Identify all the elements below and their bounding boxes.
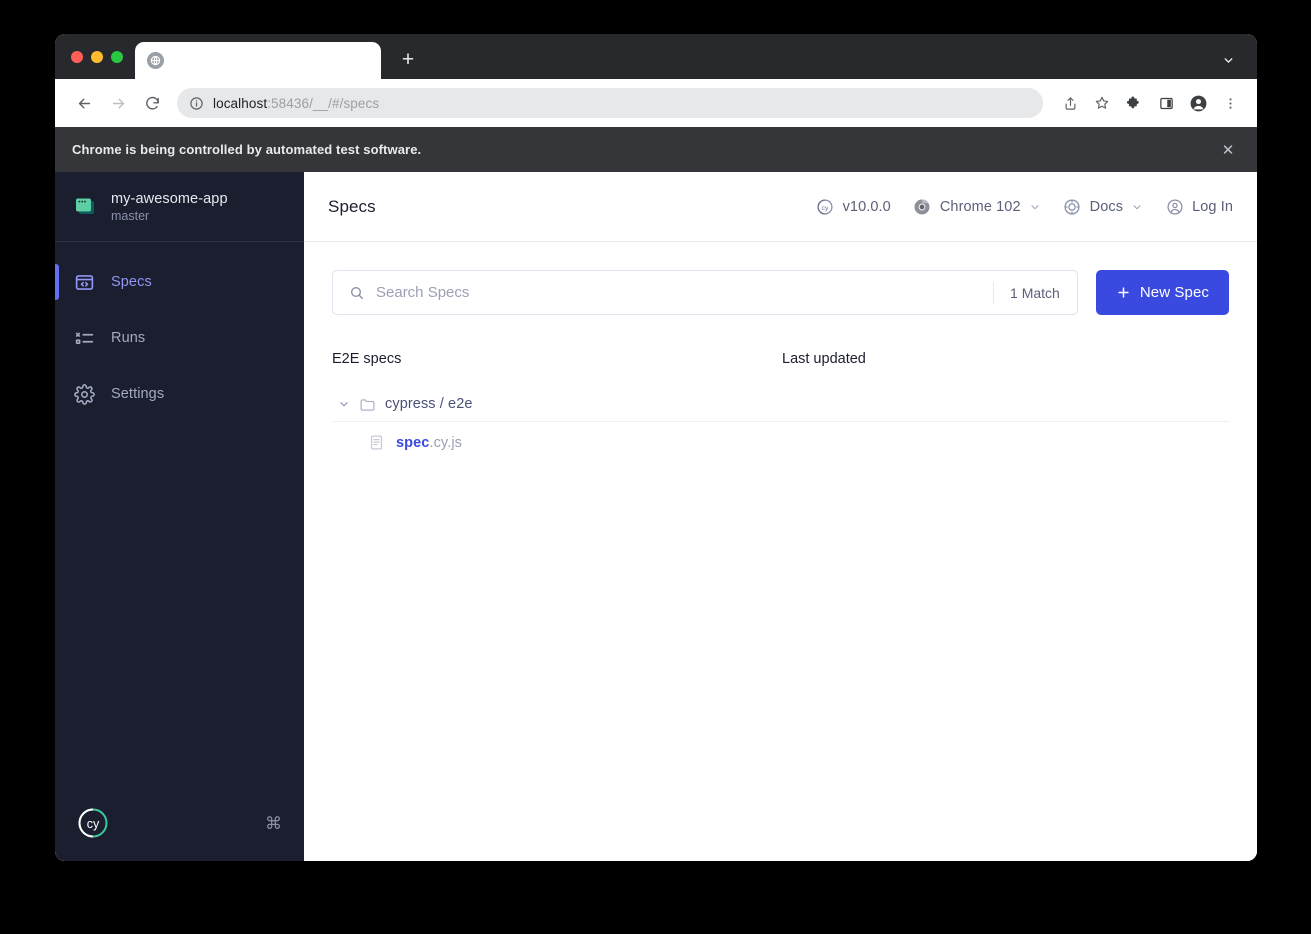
project-name: my-awesome-app xyxy=(111,190,228,207)
tab-search-button[interactable] xyxy=(1213,45,1243,75)
plus-icon xyxy=(1116,285,1131,300)
profile-avatar-icon[interactable] xyxy=(1183,88,1213,118)
project-window-icon xyxy=(73,195,97,219)
spec-tree: cypress / e2e spec.cy.js xyxy=(332,387,1229,463)
back-arrow-icon[interactable] xyxy=(69,88,99,118)
reload-icon[interactable] xyxy=(137,88,167,118)
svg-text:cy: cy xyxy=(822,204,829,211)
minimize-window-button[interactable] xyxy=(91,50,103,63)
sidebar-item-label: Specs xyxy=(111,274,152,290)
docs-menu[interactable]: Docs xyxy=(1063,197,1143,216)
header-actions: cy v10.0.0 Chrome 102 Docs Log In xyxy=(816,197,1233,216)
sidebar-item-settings[interactable]: Settings xyxy=(55,372,304,416)
login-button[interactable]: Log In xyxy=(1165,197,1233,216)
spec-folder-name: cypress / e2e xyxy=(385,396,473,412)
chevron-down-icon xyxy=(1131,201,1143,213)
docs-globe-icon xyxy=(1063,197,1082,216)
automation-infobar-message: Chrome is being controlled by automated … xyxy=(72,142,422,157)
new-tab-button[interactable]: + xyxy=(391,43,425,77)
toolbar-icons xyxy=(1055,88,1245,118)
traffic-lights xyxy=(71,34,135,79)
info-circle-icon[interactable] xyxy=(189,96,204,111)
sidebar-item-label: Settings xyxy=(111,386,165,402)
address-bar[interactable]: localhost:58436/__/#/specs xyxy=(177,88,1043,118)
column-header-specs: E2E specs xyxy=(332,351,402,367)
url-host: localhost xyxy=(213,95,268,111)
main-content: Specs cy v10.0.0 Chrome 102 Docs Log In … xyxy=(304,172,1257,861)
runs-list-icon xyxy=(73,327,95,349)
search-icon xyxy=(349,285,365,301)
cypress-cy-logo[interactable]: cy xyxy=(77,807,109,839)
version-label: v10.0.0 xyxy=(842,198,891,215)
search-row: 1 Match New Spec xyxy=(332,270,1229,315)
browser-label: Chrome 102 xyxy=(939,198,1021,215)
search-input[interactable] xyxy=(376,284,994,301)
column-header-last-updated: Last updated xyxy=(782,351,866,367)
page-title: Specs xyxy=(328,196,376,216)
cypress-app: my-awesome-app master Specs Runs Setting… xyxy=(55,172,1257,861)
specs-code-window-icon xyxy=(73,271,95,293)
share-icon[interactable] xyxy=(1055,88,1085,118)
spec-file-extension: .cy.js xyxy=(429,434,463,451)
spec-file-basename: spec xyxy=(396,434,430,451)
chevron-down-icon[interactable] xyxy=(338,398,350,410)
sidebar: my-awesome-app master Specs Runs Setting… xyxy=(55,172,304,861)
svg-text:cy: cy xyxy=(87,817,100,831)
version-indicator[interactable]: cy v10.0.0 xyxy=(816,197,891,216)
specs-content: 1 Match New Spec E2E specs Last updated xyxy=(304,242,1257,861)
main-header: Specs cy v10.0.0 Chrome 102 Docs Log In xyxy=(304,172,1257,242)
file-document-icon xyxy=(368,434,385,451)
spec-row[interactable]: spec.cy.js xyxy=(332,421,1229,463)
bookmark-star-icon[interactable] xyxy=(1087,88,1117,118)
more-menu-icon[interactable] xyxy=(1215,88,1245,118)
close-icon[interactable]: ✕ xyxy=(1215,137,1241,163)
project-branch: master xyxy=(111,208,150,223)
chevron-down-icon xyxy=(1029,201,1041,213)
browser-toolbar: localhost:58436/__/#/specs xyxy=(55,79,1257,127)
spec-file-name: spec.cy.js xyxy=(396,435,462,451)
side-panel-icon[interactable] xyxy=(1151,88,1181,118)
chrome-browser-icon xyxy=(913,197,932,216)
docs-label: Docs xyxy=(1089,198,1124,215)
new-spec-label: New Spec xyxy=(1139,284,1209,301)
globe-icon xyxy=(147,52,164,69)
spec-list-header: E2E specs Last updated xyxy=(332,351,1229,371)
login-label: Log In xyxy=(1192,198,1233,215)
gear-icon xyxy=(73,383,95,405)
sidebar-footer: cy ⌘ xyxy=(55,785,304,861)
keyboard-shortcut-icon[interactable]: ⌘ xyxy=(265,815,282,832)
browser-selector[interactable]: Chrome 102 xyxy=(913,197,1041,216)
project-meta: my-awesome-app master xyxy=(111,191,228,223)
match-count: 1 Match xyxy=(993,281,1077,304)
sidebar-item-specs[interactable]: Specs xyxy=(55,260,304,304)
browser-tab[interactable] xyxy=(135,42,381,79)
tab-strip: + xyxy=(55,34,1257,79)
sidebar-nav: Specs Runs Settings xyxy=(55,242,304,428)
project-header[interactable]: my-awesome-app master xyxy=(55,172,304,242)
new-spec-button[interactable]: New Spec xyxy=(1095,270,1229,315)
user-circle-icon xyxy=(1165,197,1184,216)
spec-folder-row[interactable]: cypress / e2e xyxy=(332,387,1229,421)
sidebar-item-label: Runs xyxy=(111,330,146,346)
cypress-logo-icon: cy xyxy=(816,197,835,216)
address-bar-url: localhost:58436/__/#/specs xyxy=(213,96,379,111)
url-path: :58436/__/#/specs xyxy=(267,95,380,111)
extensions-puzzle-icon[interactable] xyxy=(1119,88,1149,118)
forward-arrow-icon[interactable] xyxy=(103,88,133,118)
automation-infobar: Chrome is being controlled by automated … xyxy=(55,127,1257,172)
sidebar-item-runs[interactable]: Runs xyxy=(55,316,304,360)
search-box[interactable]: 1 Match xyxy=(332,270,1078,315)
maximize-window-button[interactable] xyxy=(111,50,123,63)
close-window-button[interactable] xyxy=(71,50,83,63)
browser-window: + localhost:58436/__/#/specs Chrome is b… xyxy=(55,34,1257,861)
folder-icon xyxy=(359,396,376,413)
